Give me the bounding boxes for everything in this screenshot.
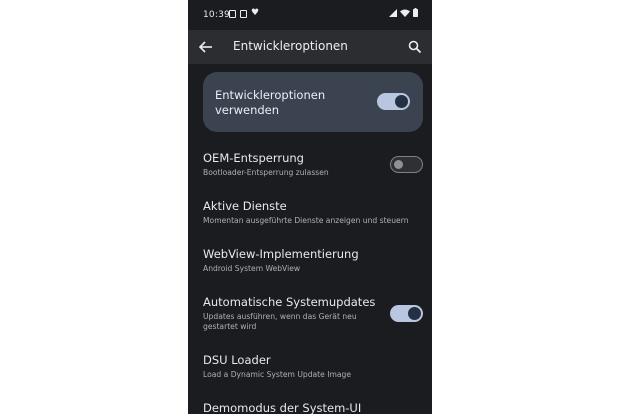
master-switch-label: Entwickleroptionen verwenden (215, 88, 326, 117)
setting-webview-implementation[interactable]: WebView-Implementierung Android System W… (203, 247, 425, 274)
setting-system-ui-demo-mode[interactable]: Demomodus der System-UI (203, 401, 425, 414)
toggle-knob (394, 159, 403, 169)
signal-icon (389, 8, 397, 17)
setting-title: DSU Loader (203, 353, 271, 367)
wifi-icon (400, 9, 410, 17)
setting-subtitle: Updates ausführen, wenn das Gerät neu ge… (203, 312, 357, 331)
app-bar: Entwickleroptionen (188, 30, 432, 64)
toggle-knob (408, 307, 421, 320)
arrow-left-icon[interactable] (196, 37, 216, 57)
master-toggle[interactable] (377, 93, 410, 110)
phone-screen: 10:39 ♥ Entwickleroptionen Entwickleropt… (188, 0, 432, 414)
notification-download-icon (240, 9, 247, 18)
system-icons (389, 8, 418, 17)
setting-subtitle: Android System WebView (203, 264, 301, 273)
battery-icon (413, 8, 418, 17)
oem-unlock-toggle[interactable] (390, 156, 423, 173)
auto-updates-toggle[interactable] (390, 305, 423, 322)
developer-options-master-switch[interactable]: Entwickleroptionen verwenden (203, 72, 423, 132)
page-title: Entwickleroptionen (233, 39, 348, 53)
setting-running-services[interactable]: Aktive Dienste Momentan ausgeführte Dien… (203, 199, 425, 226)
notification-heart-icon: ♥ (251, 8, 260, 18)
setting-subtitle: Load a Dynamic System Update Image (203, 370, 352, 379)
setting-subtitle: Bootloader-Entsperrung zulassen (203, 168, 329, 177)
setting-automatic-system-updates[interactable]: Automatische Systemupdates Updates ausfü… (203, 295, 425, 332)
setting-title: WebView-Implementierung (203, 247, 359, 261)
toggle-knob (395, 95, 408, 108)
search-icon[interactable] (405, 37, 425, 57)
setting-subtitle: Momentan ausgeführte Dienste anzeigen un… (203, 216, 409, 225)
notification-icons: ♥ (229, 9, 259, 18)
setting-title: Aktive Dienste (203, 199, 287, 213)
status-bar: 10:39 ♥ (188, 0, 432, 30)
setting-title: Demomodus der System-UI (203, 401, 362, 414)
setting-dsu-loader[interactable]: DSU Loader Load a Dynamic System Update … (203, 353, 425, 380)
setting-oem-unlock[interactable]: OEM-Entsperrung Bootloader-Entsperrung z… (203, 151, 425, 178)
notification-app-icon (229, 9, 236, 18)
status-time: 10:39 (203, 10, 230, 20)
